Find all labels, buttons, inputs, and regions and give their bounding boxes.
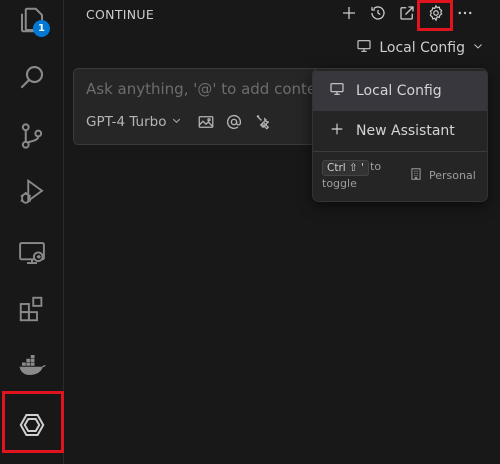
search-icon bbox=[17, 62, 47, 96]
dropdown-item-new-assistant[interactable]: New Assistant bbox=[313, 111, 487, 151]
tools-icon bbox=[254, 115, 272, 135]
extensions-button[interactable] bbox=[0, 285, 63, 337]
panel-title: CONTINUE bbox=[86, 7, 155, 22]
dropdown-item-label: New Assistant bbox=[356, 123, 455, 139]
image-icon bbox=[197, 116, 215, 135]
remote-explorer-button[interactable] bbox=[0, 229, 63, 281]
dropdown-item-local-config[interactable]: Local Config bbox=[313, 71, 487, 111]
tools-button[interactable] bbox=[254, 113, 274, 133]
source-control-button[interactable] bbox=[0, 112, 63, 164]
config-selector[interactable]: Local Config bbox=[356, 38, 484, 58]
run-debug-icon bbox=[17, 177, 47, 211]
search-button[interactable] bbox=[0, 53, 63, 105]
continue-panel: CONTINUE Local Config Ask anything, '@' … bbox=[64, 0, 500, 464]
monitor-icon bbox=[356, 38, 372, 58]
more-actions-button[interactable] bbox=[453, 3, 477, 27]
building-icon bbox=[409, 167, 423, 184]
explorer-button[interactable]: 1 bbox=[0, 0, 63, 48]
model-selector-label: GPT-4 Turbo bbox=[86, 114, 167, 130]
config-dropdown: Local Config New Assistant Ctrl ⇧ ' to t… bbox=[312, 68, 488, 202]
open-external-icon bbox=[398, 4, 416, 26]
attach-image-button[interactable] bbox=[197, 113, 217, 133]
remote-explorer-icon bbox=[17, 238, 47, 272]
mention-button[interactable] bbox=[225, 113, 245, 133]
monitor-icon bbox=[313, 81, 356, 101]
more-icon bbox=[456, 4, 474, 26]
continue-highlight bbox=[2, 391, 64, 453]
open-in-new-window-button[interactable] bbox=[395, 3, 419, 27]
organization-personal[interactable]: Personal bbox=[409, 167, 476, 184]
organization-label: Personal bbox=[429, 169, 476, 182]
extensions-icon bbox=[17, 294, 47, 328]
docker-button[interactable] bbox=[0, 341, 63, 393]
config-selector-label: Local Config bbox=[379, 40, 465, 56]
add-icon bbox=[340, 4, 358, 26]
at-icon bbox=[225, 114, 243, 135]
activity-bar: 1 bbox=[0, 0, 64, 464]
docker-icon bbox=[17, 350, 47, 384]
run-debug-button[interactable] bbox=[0, 168, 63, 220]
shortcut-to-text: to bbox=[370, 160, 382, 173]
shortcut-toggle-text: toggle bbox=[322, 177, 357, 190]
chevron-down-icon bbox=[472, 40, 484, 56]
chat-input-placeholder: Ask anything, '@' to add context bbox=[86, 80, 331, 98]
history-button[interactable] bbox=[366, 3, 390, 27]
dropdown-footer: Ctrl ⇧ ' to toggle Personal bbox=[313, 152, 487, 200]
explorer-badge: 1 bbox=[33, 20, 50, 37]
plus-icon bbox=[313, 121, 356, 141]
source-control-icon bbox=[17, 121, 47, 155]
keyboard-shortcut: Ctrl ⇧ ' bbox=[322, 160, 370, 176]
settings-highlight bbox=[417, 0, 453, 31]
history-icon bbox=[369, 4, 387, 26]
chevron-down-icon bbox=[171, 114, 182, 130]
model-selector[interactable]: GPT-4 Turbo bbox=[86, 114, 182, 130]
dropdown-item-label: Local Config bbox=[356, 83, 442, 99]
new-session-button[interactable] bbox=[337, 3, 361, 27]
